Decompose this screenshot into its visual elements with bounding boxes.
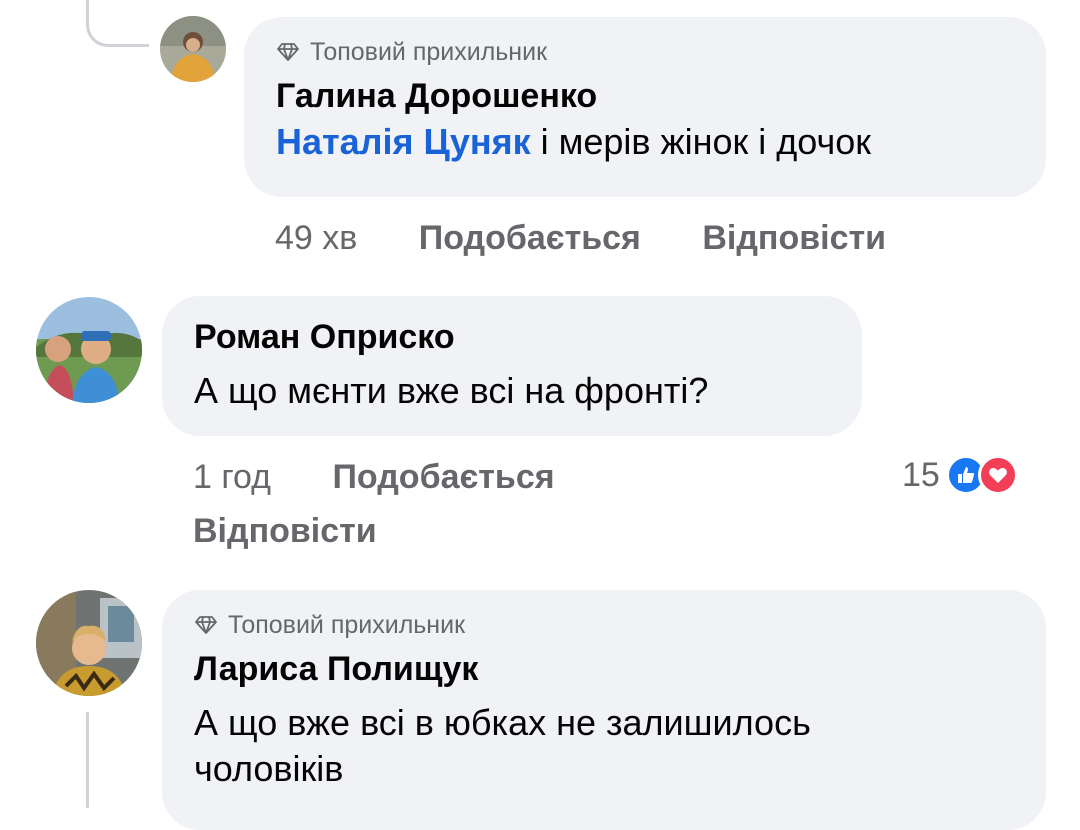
comment-text-line: чоловіків bbox=[194, 748, 344, 789]
love-icon bbox=[977, 455, 1018, 495]
comment-text: Наталія Цуняк і мерів жінок і дочок bbox=[276, 119, 1014, 165]
comment-bubble: Топовий прихильник Лариса Полищук А що в… bbox=[162, 590, 1046, 830]
avatar[interactable] bbox=[36, 590, 142, 696]
comment-meta: 49 хв Подобається Відповісти bbox=[275, 218, 886, 258]
thread-connector bbox=[86, 712, 89, 808]
comment-time[interactable]: 49 хв bbox=[275, 219, 357, 257]
comment-time[interactable]: 1 год bbox=[193, 458, 271, 496]
comment-bubble: Роман Оприско А що мєнти вже всі на фрон… bbox=[162, 296, 862, 436]
comment-text: А що мєнти вже всі на фронті? bbox=[194, 370, 709, 411]
reply-button[interactable]: Відповісти bbox=[193, 512, 377, 550]
comment-author[interactable]: Лариса Полищук bbox=[194, 648, 1014, 690]
comment-text-body: і мерів жінок і дочок bbox=[530, 121, 872, 162]
badge-label: Топовий прихильник bbox=[228, 611, 466, 639]
reaction-summary[interactable]: 15 bbox=[902, 455, 1018, 495]
comment-author[interactable]: Роман Оприско bbox=[194, 316, 830, 358]
thread-connector bbox=[86, 0, 149, 47]
reply-button[interactable]: Відповісти bbox=[702, 219, 886, 257]
top-fan-badge: Топовий прихильник bbox=[276, 37, 1014, 67]
top-fan-badge: Топовий прихильник bbox=[194, 610, 1014, 640]
comment-author[interactable]: Галина Дорошенко bbox=[276, 75, 1014, 117]
reaction-count: 15 bbox=[902, 455, 940, 494]
like-button[interactable]: Подобається bbox=[419, 219, 641, 257]
badge-label: Топовий прихильник bbox=[310, 38, 548, 66]
comment-bubble: Топовий прихильник Галина Дорошенко Ната… bbox=[244, 17, 1046, 197]
diamond-icon bbox=[277, 43, 299, 61]
diamond-icon bbox=[195, 616, 217, 634]
avatar[interactable] bbox=[36, 297, 142, 403]
avatar[interactable] bbox=[160, 16, 226, 82]
like-button[interactable]: Подобається bbox=[332, 458, 554, 496]
comment-meta: 1 год Подобається Відповісти bbox=[193, 457, 693, 551]
mention-link[interactable]: Наталія Цуняк bbox=[276, 121, 531, 162]
comment-text-line: А що вже всі в юбках не залишилось bbox=[194, 702, 811, 743]
